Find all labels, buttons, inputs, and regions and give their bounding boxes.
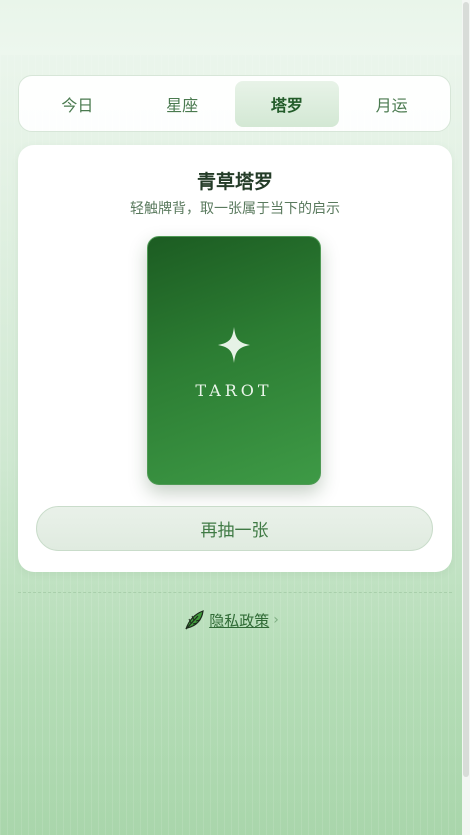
tab-today[interactable]: 今日 (25, 81, 130, 127)
tab-tarot[interactable]: 塔罗 (234, 80, 340, 127)
tab-bar: 今日 星座 塔罗 月运 (18, 75, 451, 132)
chevron-right-icon: › (273, 612, 279, 628)
scrollbar[interactable] (462, 0, 470, 835)
tab-monthly[interactable]: 月运 (339, 81, 444, 127)
tarot-back-label: TAROT (195, 381, 273, 400)
scrollbar-thumb[interactable] (463, 2, 469, 777)
panel-title: 青草塔罗 (196, 171, 273, 193)
divider (18, 592, 452, 593)
tab-horoscope[interactable]: 星座 (130, 81, 235, 127)
tarot-panel: 青草塔罗 轻触牌背，取一张属于当下的启示 TAROT 再抽一张 (18, 145, 452, 572)
four-point-star-icon (148, 327, 320, 371)
panel-subtitle: 轻触牌背，取一张属于当下的启示 (130, 201, 340, 217)
top-band (0, 0, 462, 55)
privacy-policy-link[interactable]: 隐私政策 (209, 610, 269, 631)
tarot-card-back[interactable]: TAROT (147, 236, 321, 485)
leaf-icon (183, 609, 205, 631)
redraw-button[interactable]: 再抽一张 (36, 506, 433, 551)
privacy-row: 隐私政策 › (0, 606, 462, 634)
